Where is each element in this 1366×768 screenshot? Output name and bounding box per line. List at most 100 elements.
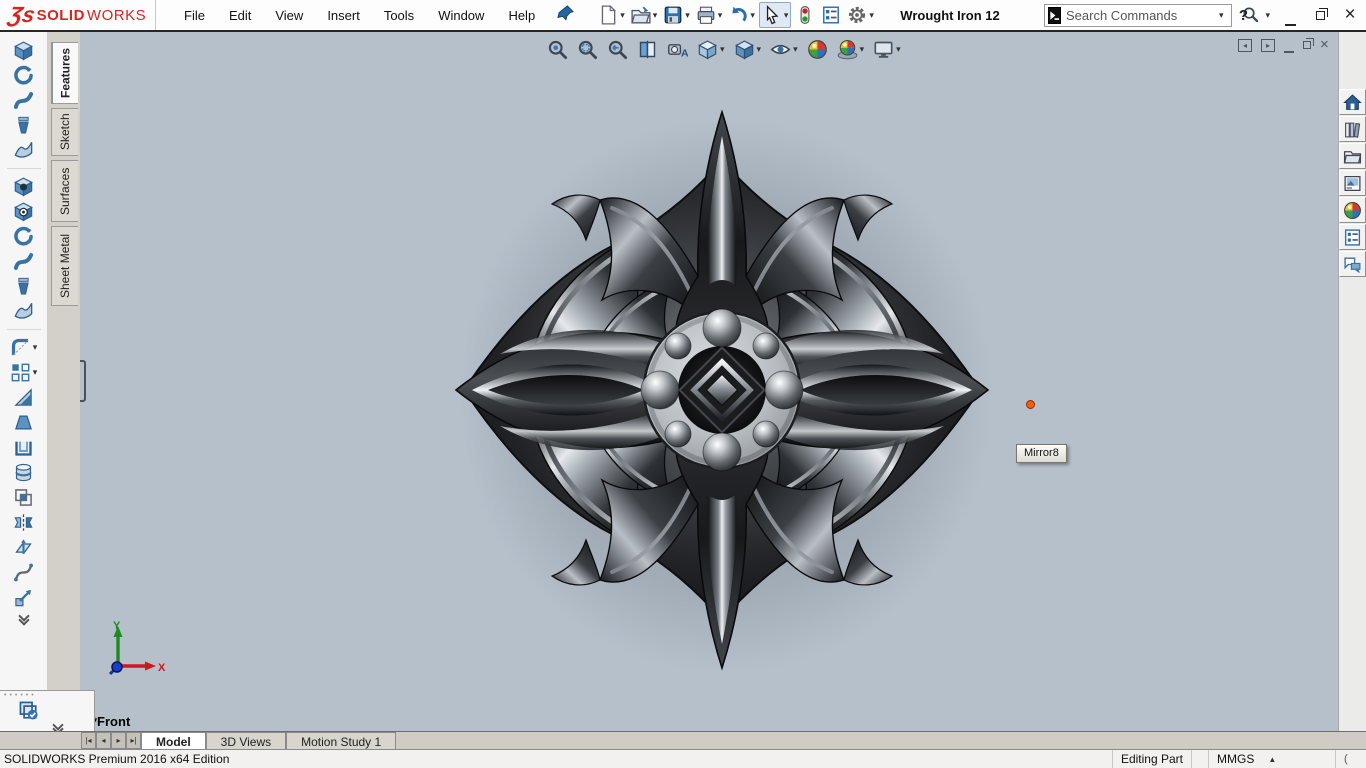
file-properties-button[interactable] xyxy=(819,2,843,28)
revolved-cut-button[interactable] xyxy=(0,224,47,249)
tab-features[interactable]: Features xyxy=(51,42,78,104)
menu-edit[interactable]: Edit xyxy=(219,4,261,27)
lofted-boss-base-button[interactable] xyxy=(0,113,47,138)
units-caret-icon[interactable]: ▲ xyxy=(1268,755,1276,764)
rebuild-button[interactable] xyxy=(793,2,817,28)
close-button[interactable]: × xyxy=(1340,4,1360,26)
view-palette-button[interactable] xyxy=(1339,170,1366,196)
zoom-to-fit-button[interactable] xyxy=(545,36,570,62)
status-units[interactable]: MMGS ▲ xyxy=(1217,752,1327,766)
restore-button[interactable] xyxy=(1310,7,1330,24)
doc-minimize-button[interactable] xyxy=(1284,38,1294,52)
boundary-cut-button[interactable] xyxy=(0,299,47,324)
extruded-boss-base-button[interactable] xyxy=(0,38,47,63)
custom-properties-button[interactable] xyxy=(1339,224,1366,250)
fillet-caret[interactable]: ▾ xyxy=(33,342,38,353)
open-document-button[interactable]: ▾ xyxy=(629,2,660,28)
tab-sheet-metal[interactable]: Sheet Metal xyxy=(51,226,78,306)
display-style-caret[interactable]: ▾ xyxy=(757,44,762,55)
wrap-button[interactable] xyxy=(0,460,47,485)
hide-show-items-caret[interactable]: ▾ xyxy=(793,44,798,55)
linear-pattern-caret[interactable]: ▾ xyxy=(33,367,38,378)
menu-view[interactable]: View xyxy=(265,4,313,27)
shell-button[interactable] xyxy=(0,435,47,460)
tab-sketch[interactable]: Sketch xyxy=(51,108,78,156)
save-document-caret[interactable]: ▾ xyxy=(685,10,690,21)
toolbar-overflow-chevron[interactable] xyxy=(20,616,28,624)
reference-geometry-button[interactable] xyxy=(0,535,47,560)
help-button[interactable]: ? xyxy=(1233,7,1253,24)
new-document-caret[interactable]: ▾ xyxy=(620,10,625,21)
section-view-button[interactable] xyxy=(635,36,660,62)
lofted-cut-button[interactable] xyxy=(0,274,47,299)
menu-insert[interactable]: Insert xyxy=(317,4,370,27)
view-orientation-caret[interactable]: ▾ xyxy=(720,44,725,55)
split-right-button[interactable]: ▸ xyxy=(1261,39,1275,52)
display-style-button[interactable]: ▾ xyxy=(732,36,764,62)
view-settings-button[interactable]: ▾ xyxy=(871,36,903,62)
swept-cut-button[interactable] xyxy=(0,249,47,274)
design-checker-icon[interactable] xyxy=(18,700,40,722)
tab-nav-button[interactable]: ◂ xyxy=(96,732,111,749)
previous-view-button[interactable] xyxy=(605,36,630,62)
linear-pattern-button[interactable]: ▾ xyxy=(0,360,47,385)
featuremanager-collapse-tab[interactable] xyxy=(80,360,86,402)
undo-caret[interactable]: ▾ xyxy=(750,10,755,21)
doc-restore-button[interactable] xyxy=(1303,38,1311,52)
menu-help[interactable]: Help xyxy=(498,4,545,27)
select-cursor-button[interactable]: ▾ xyxy=(759,2,792,28)
extruded-cut-button[interactable] xyxy=(0,174,47,199)
tab-nav-button[interactable]: ▸| xyxy=(126,732,141,749)
file-explorer-button[interactable] xyxy=(1339,143,1366,169)
draft-button[interactable] xyxy=(0,410,47,435)
new-document-button[interactable]: ▾ xyxy=(596,2,627,28)
tab-nav-button[interactable]: ▸ xyxy=(111,732,126,749)
tab-model[interactable]: Model xyxy=(141,732,206,749)
hole-wizard-button[interactable] xyxy=(0,199,47,224)
zoom-to-area-button[interactable] xyxy=(575,36,600,62)
home-button[interactable] xyxy=(1339,89,1366,115)
help-caret[interactable]: ▾ xyxy=(1265,10,1270,21)
model-render[interactable] xyxy=(440,96,1005,686)
selected-vertex-marker[interactable] xyxy=(1026,400,1035,409)
edit-appearance-button[interactable] xyxy=(805,36,830,62)
search-scope-caret[interactable]: ▾ xyxy=(1219,10,1224,21)
view-settings-caret[interactable]: ▾ xyxy=(896,44,901,55)
view-orientation-button[interactable]: ▾ xyxy=(695,36,727,62)
design-library-button[interactable] xyxy=(1339,116,1366,142)
print-document-caret[interactable]: ▾ xyxy=(718,10,723,21)
minimize-button[interactable] xyxy=(1280,7,1300,24)
intersect-button[interactable] xyxy=(0,485,47,510)
rib-button[interactable] xyxy=(0,385,47,410)
search-commands-box[interactable] xyxy=(1044,4,1232,27)
swept-boss-base-button[interactable] xyxy=(0,88,47,113)
pin-commandmanager-button[interactable] xyxy=(557,5,574,25)
save-document-button[interactable]: ▾ xyxy=(661,2,692,28)
print-document-button[interactable]: ▾ xyxy=(694,2,725,28)
graphics-viewport[interactable]: ▾▾▾▾▾ ◂ ▸ × Mirror8 Y X *Front xyxy=(80,32,1338,731)
toolbar-grip[interactable]: •••••• xyxy=(0,691,94,699)
undo-button[interactable]: ▾ xyxy=(726,2,757,28)
tab-surfaces[interactable]: Surfaces xyxy=(51,160,78,222)
menu-window[interactable]: Window xyxy=(428,4,494,27)
doc-close-button[interactable]: × xyxy=(1320,39,1329,51)
mirror-button[interactable] xyxy=(0,510,47,535)
menu-file[interactable]: File xyxy=(174,4,215,27)
solidworks-forum-button[interactable] xyxy=(1339,251,1366,277)
revolved-boss-base-button[interactable] xyxy=(0,63,47,88)
fillet-button[interactable]: ▾ xyxy=(0,335,47,360)
tab-nav-button[interactable]: |◂ xyxy=(81,732,96,749)
open-document-caret[interactable]: ▾ xyxy=(653,10,658,21)
tab-motion-study-1[interactable]: Motion Study 1 xyxy=(286,732,396,749)
appearances-scenes-button[interactable] xyxy=(1339,197,1366,223)
dynamic-annotation-views-button[interactable] xyxy=(665,36,690,62)
apply-scene-button[interactable]: ▾ xyxy=(835,36,867,62)
hide-show-items-button[interactable]: ▾ xyxy=(768,36,800,62)
search-input[interactable] xyxy=(1066,8,1242,23)
select-cursor-caret[interactable]: ▾ xyxy=(784,10,789,21)
instant3d-button[interactable] xyxy=(0,585,47,610)
curves-button[interactable] xyxy=(0,560,47,585)
apply-scene-caret[interactable]: ▾ xyxy=(860,44,865,55)
split-left-button[interactable]: ◂ xyxy=(1238,39,1252,52)
tab-3d-views[interactable]: 3D Views xyxy=(206,732,286,749)
